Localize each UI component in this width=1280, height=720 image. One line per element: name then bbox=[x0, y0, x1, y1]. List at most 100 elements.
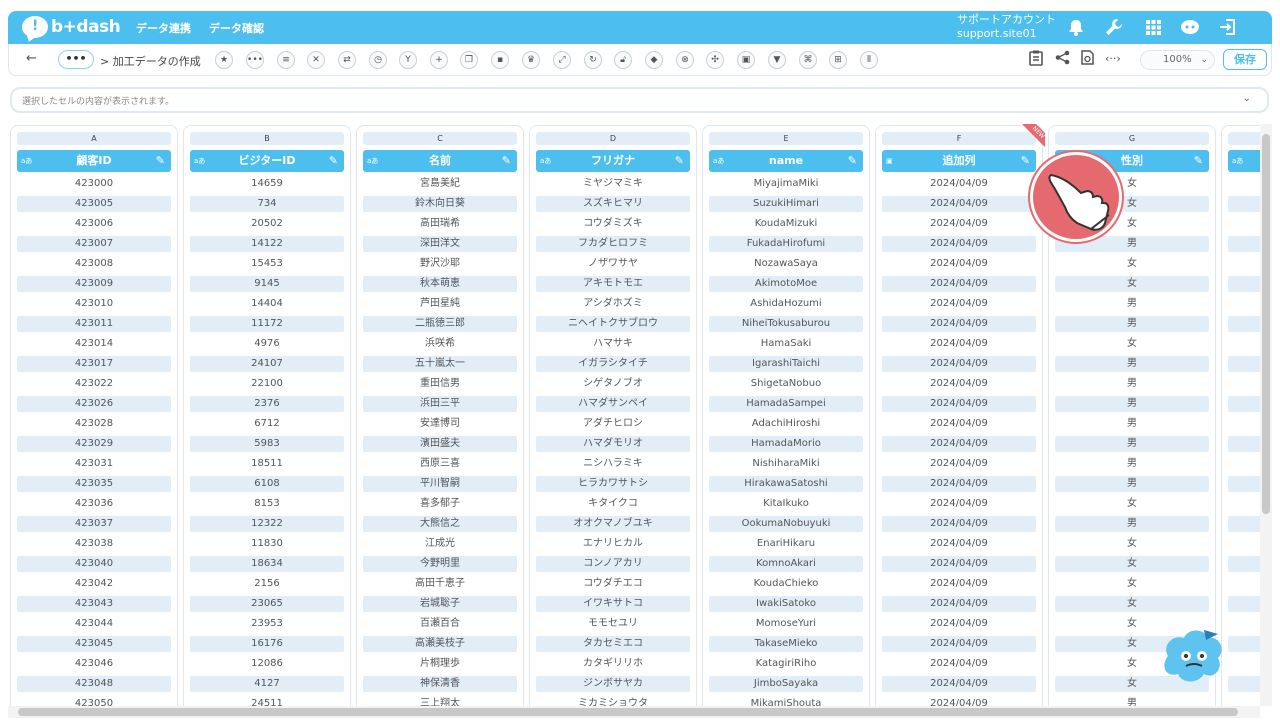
table-cell[interactable]: 女 bbox=[1055, 276, 1209, 292]
table-cell[interactable]: 14659 bbox=[190, 176, 344, 192]
table-cell[interactable]: 18634 bbox=[190, 556, 344, 572]
table-cell[interactable]: 2024/04/09 bbox=[882, 636, 1036, 652]
table-cell[interactable]: フカダヒロフミ bbox=[536, 236, 690, 252]
zoom-select[interactable]: 100% ⌄ bbox=[1140, 50, 1215, 70]
table-cell[interactable]: 423028 bbox=[17, 416, 171, 432]
table-cell[interactable]: 浜咲希 bbox=[363, 336, 517, 352]
table-cell[interactable]: KoudaMizuki bbox=[709, 216, 863, 232]
table-cell[interactable]: 2024/04/09 bbox=[882, 656, 1036, 672]
bag-icon[interactable]: ◆ bbox=[645, 51, 663, 69]
column-letter[interactable]: A bbox=[17, 132, 171, 145]
column-letter[interactable]: G bbox=[1055, 132, 1209, 145]
table-cell[interactable]: 2156 bbox=[190, 576, 344, 592]
table-cell[interactable] bbox=[1228, 176, 1260, 192]
column-letter[interactable]: D bbox=[536, 132, 690, 145]
support-chat-icon[interactable] bbox=[1180, 17, 1200, 37]
table-cell[interactable]: EnariHikaru bbox=[709, 536, 863, 552]
table-cell[interactable]: 423036 bbox=[17, 496, 171, 512]
table-cell[interactable]: 16176 bbox=[190, 636, 344, 652]
table-cell[interactable]: 深田洋文 bbox=[363, 236, 517, 252]
horizontal-scroll-thumb[interactable] bbox=[18, 708, 1238, 716]
table-cell[interactable]: ハマサキ bbox=[536, 336, 690, 352]
pencil-icon[interactable]: ✎ bbox=[675, 150, 684, 172]
column-header[interactable]: aあ bbox=[1228, 150, 1260, 172]
table-cell[interactable]: NozawaSaya bbox=[709, 256, 863, 272]
table-cell[interactable]: ジンボサヤカ bbox=[536, 676, 690, 692]
table-cell[interactable]: AshidaHozumi bbox=[709, 296, 863, 312]
table-cell[interactable]: 12086 bbox=[190, 656, 344, 672]
tools-icon[interactable]: ✕ bbox=[307, 51, 325, 69]
table-cell[interactable]: 鈴木向日葵 bbox=[363, 196, 517, 212]
table-cell[interactable]: 2376 bbox=[190, 396, 344, 412]
table-cell[interactable]: 2024/04/09 bbox=[882, 396, 1036, 412]
table-cell[interactable]: 2024/04/09 bbox=[882, 556, 1036, 572]
table-cell[interactable]: 西原三喜 bbox=[363, 456, 517, 472]
table-cell[interactable]: MiyajimaMiki bbox=[709, 176, 863, 192]
table-cell[interactable]: オオクマノブユキ bbox=[536, 516, 690, 532]
table-cell[interactable]: KoudaChieko bbox=[709, 576, 863, 592]
table-cell[interactable]: 安達博司 bbox=[363, 416, 517, 432]
table-cell[interactable]: コウダチエコ bbox=[536, 576, 690, 592]
column-header[interactable]: aあ フリガナ ✎ bbox=[536, 150, 690, 172]
table-cell[interactable]: 片桐理歩 bbox=[363, 656, 517, 672]
vertical-scrollbar[interactable] bbox=[1260, 124, 1272, 706]
table-cell[interactable]: 浜田三平 bbox=[363, 396, 517, 412]
table-cell[interactable]: 9145 bbox=[190, 276, 344, 292]
table-cell[interactable]: 今野明里 bbox=[363, 556, 517, 572]
table-cell[interactable]: 秋本萌恵 bbox=[363, 276, 517, 292]
column-header[interactable]: ▣ 追加列 ✎ bbox=[882, 150, 1036, 172]
table-cell[interactable]: 平川智嗣 bbox=[363, 476, 517, 492]
table-cell[interactable]: 423035 bbox=[17, 476, 171, 492]
table-cell[interactable]: 23953 bbox=[190, 616, 344, 632]
pencil-icon[interactable]: ✎ bbox=[156, 150, 165, 172]
frame-icon[interactable]: ▣ bbox=[737, 51, 755, 69]
table-cell[interactable]: OokumaNobuyuki bbox=[709, 516, 863, 532]
wrench-icon[interactable] bbox=[1104, 17, 1124, 37]
table-cell[interactable]: JimboSayaka bbox=[709, 676, 863, 692]
table-cell[interactable]: 6108 bbox=[190, 476, 344, 492]
bdash-logo[interactable]: ! b+dash bbox=[22, 14, 121, 40]
table-cell[interactable]: NiheiTokusaburou bbox=[709, 316, 863, 332]
table-cell[interactable]: 男 bbox=[1055, 456, 1209, 472]
table-cell[interactable]: FukadaHirofumi bbox=[709, 236, 863, 252]
grid-apps-icon[interactable] bbox=[1143, 17, 1163, 37]
table-cell[interactable]: 423040 bbox=[17, 556, 171, 572]
table-cell[interactable]: ヒラカワサトシ bbox=[536, 476, 690, 492]
crown-icon[interactable]: ♛ bbox=[522, 51, 540, 69]
table-cell[interactable]: KomnoAkari bbox=[709, 556, 863, 572]
horizontal-scrollbar[interactable] bbox=[8, 706, 1260, 718]
more-icon[interactable]: ••• bbox=[246, 51, 264, 69]
table-cell[interactable]: 423037 bbox=[17, 516, 171, 532]
table-cell[interactable]: 女 bbox=[1055, 576, 1209, 592]
column-letter[interactable]: E bbox=[709, 132, 863, 145]
share-icon[interactable] bbox=[1055, 50, 1070, 69]
table-cell[interactable]: IwakiSatoko bbox=[709, 596, 863, 612]
pencil-icon[interactable]: ✎ bbox=[1194, 150, 1203, 172]
table-cell[interactable]: IgarashiTaichi bbox=[709, 356, 863, 372]
table-cell[interactable] bbox=[1228, 596, 1260, 612]
breadcrumb-more-button[interactable]: ••• bbox=[58, 50, 94, 69]
table-cell[interactable]: 20502 bbox=[190, 216, 344, 232]
table-cell[interactable]: 2024/04/09 bbox=[882, 376, 1036, 392]
table-cell[interactable]: 423026 bbox=[17, 396, 171, 412]
table-cell[interactable]: 2024/04/09 bbox=[882, 296, 1036, 312]
table-cell[interactable]: 22100 bbox=[190, 376, 344, 392]
table-cell[interactable]: エナリヒカル bbox=[536, 536, 690, 552]
table-cell[interactable]: 423010 bbox=[17, 296, 171, 312]
table-cell[interactable]: ニシハラミキ bbox=[536, 456, 690, 472]
table-cell[interactable]: 15453 bbox=[190, 256, 344, 272]
table-cell[interactable]: イガラシタイチ bbox=[536, 356, 690, 372]
table-cell[interactable]: 2024/04/09 bbox=[882, 476, 1036, 492]
table-cell[interactable] bbox=[1228, 636, 1260, 652]
timer-icon[interactable]: ◷ bbox=[369, 51, 387, 69]
table-cell[interactable]: 女 bbox=[1055, 336, 1209, 352]
refresh-icon[interactable]: ↻ bbox=[584, 51, 602, 69]
table-cell[interactable]: 14122 bbox=[190, 236, 344, 252]
table-cell[interactable]: 女 bbox=[1055, 596, 1209, 612]
table-cell[interactable] bbox=[1228, 356, 1260, 372]
file-refresh-icon[interactable] bbox=[1081, 50, 1094, 69]
table-cell[interactable]: NishiharaMiki bbox=[709, 456, 863, 472]
table-cell[interactable]: 423014 bbox=[17, 336, 171, 352]
cancel-icon[interactable]: ⊗ bbox=[676, 51, 694, 69]
table-cell[interactable]: アシダホズミ bbox=[536, 296, 690, 312]
